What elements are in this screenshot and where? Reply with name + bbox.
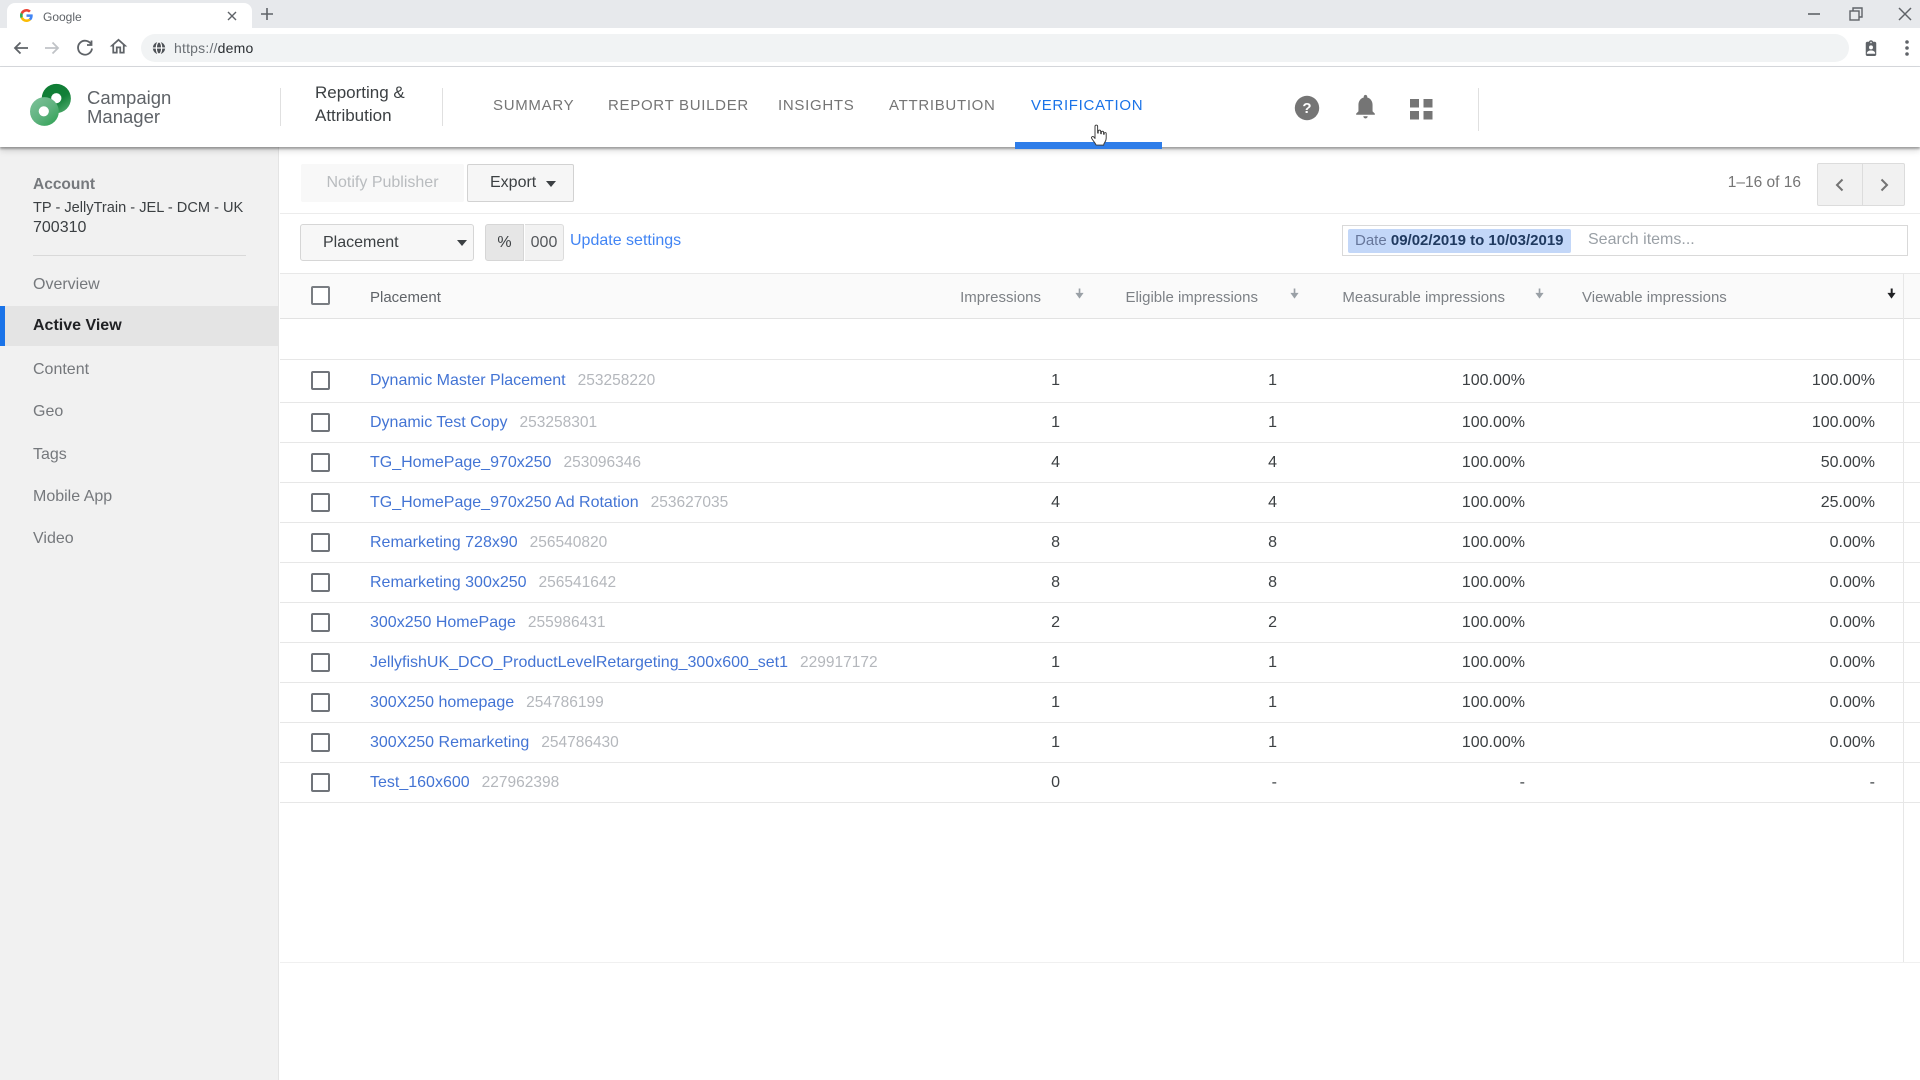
svg-text:?: ? <box>1302 100 1311 117</box>
